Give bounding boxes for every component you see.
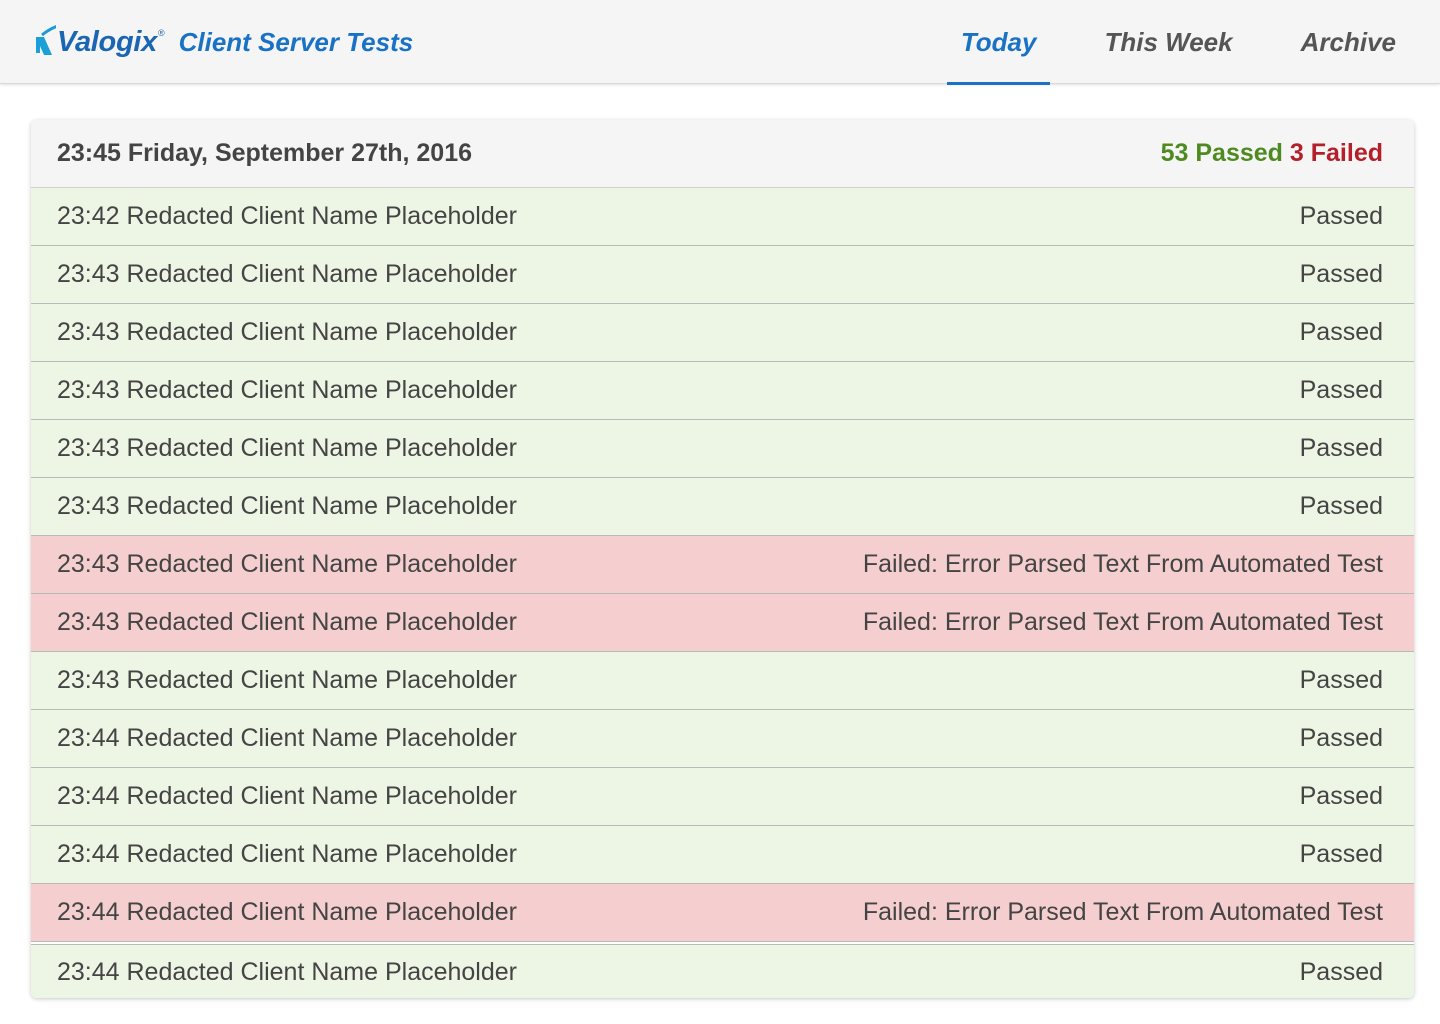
test-result-status: Passed: [1299, 957, 1383, 986]
test-run-card: 23:45 Friday, September 27th, 2016 53 Pa…: [31, 120, 1414, 998]
test-result-row[interactable]: 23:44 Redacted Client Name Placeholder Pa…: [31, 826, 1414, 884]
test-result-status: Passed: [1299, 434, 1383, 462]
tab-archive[interactable]: Archive: [1287, 0, 1410, 84]
test-result-label: 23:43 Redacted Client Name Placeholder: [57, 376, 517, 404]
test-result-status: Failed: Error Parsed Text From Automated…: [862, 898, 1383, 926]
test-result-label: 23:42 Redacted Client Name Placeholder: [57, 202, 517, 230]
test-result-row[interactable]: 23:43 Redacted Client Name Placeholder Pa…: [31, 652, 1414, 710]
test-result-label: 23:43 Redacted Client Name Placeholder: [57, 434, 517, 462]
test-result-row[interactable]: 23:42 Redacted Client Name Placeholder Pa…: [31, 188, 1414, 246]
test-result-label: 23:43 Redacted Client Name Placeholder: [57, 260, 517, 288]
test-result-row[interactable]: 23:44 Redacted Client Name Placeholder Pa…: [31, 710, 1414, 768]
test-result-label: 23:44 Redacted Client Name Placeholder: [57, 840, 517, 868]
logo-registered-mark: ®: [157, 28, 165, 38]
top-navbar: Valogix ® Client Server Tests Today This…: [0, 0, 1440, 85]
test-result-status: Passed: [1299, 260, 1383, 288]
test-result-row[interactable]: 23:43 Redacted Client Name Placeholder Pa…: [31, 478, 1414, 536]
valogix-logo[interactable]: Valogix ®: [34, 14, 165, 66]
test-result-row[interactable]: 23:43 Redacted Client Name Placeholder Pa…: [31, 362, 1414, 420]
test-result-label: 23:44 Redacted Client Name Placeholder: [57, 957, 517, 986]
run-summary: 53 Passed 3 Failed: [1161, 139, 1383, 168]
test-result-label: 23:43 Redacted Client Name Placeholder: [57, 318, 517, 346]
test-result-label: 23:44 Redacted Client Name Placeholder: [57, 898, 517, 926]
brand[interactable]: Valogix ® Client Server Tests: [34, 14, 413, 66]
test-result-status: Passed: [1299, 724, 1383, 752]
test-result-status: Passed: [1299, 202, 1383, 230]
test-result-row[interactable]: 23:44 Redacted Client Name Placeholder Fa…: [31, 884, 1414, 942]
test-result-row[interactable]: 23:43 Redacted Client Name Placeholder Pa…: [31, 420, 1414, 478]
test-result-label: 23:43 Redacted Client Name Placeholder: [57, 666, 517, 694]
test-result-label: 23:44 Redacted Client Name Placeholder: [57, 724, 517, 752]
test-result-status: Passed: [1299, 782, 1383, 810]
test-result-label: 23:43 Redacted Client Name Placeholder: [57, 608, 517, 636]
test-run-header: 23:45 Friday, September 27th, 2016 53 Pa…: [31, 120, 1414, 188]
app-title[interactable]: Client Server Tests: [179, 27, 414, 58]
test-result-status: Passed: [1299, 492, 1383, 520]
test-result-row[interactable]: 23:43 Redacted Client Name Placeholder Pa…: [31, 304, 1414, 362]
test-result-label: 23:43 Redacted Client Name Placeholder: [57, 550, 517, 578]
logo-wordmark: Valogix: [57, 25, 157, 58]
test-result-label: 23:44 Redacted Client Name Placeholder: [57, 782, 517, 810]
test-result-row[interactable]: 23:44 Redacted Client Name Placeholder Pa…: [31, 768, 1414, 826]
tab-this-week[interactable]: This Week: [1090, 0, 1246, 84]
test-result-status: Passed: [1299, 666, 1383, 694]
logo-swoosh-icon: [36, 25, 56, 55]
test-result-status: Failed: Error Parsed Text From Automated…: [862, 608, 1383, 636]
test-result-status: Failed: Error Parsed Text From Automated…: [862, 550, 1383, 578]
test-result-status: Passed: [1299, 840, 1383, 868]
test-result-status: Passed: [1299, 318, 1383, 346]
test-result-row[interactable]: 23:43 Redacted Client Name Placeholder Fa…: [31, 536, 1414, 594]
test-result-row[interactable]: 23:43 Redacted Client Name Placeholder Fa…: [31, 594, 1414, 652]
test-result-row[interactable]: 23:43 Redacted Client Name Placeholder Pa…: [31, 246, 1414, 304]
test-result-status: Passed: [1299, 376, 1383, 404]
passed-count: 53 Passed: [1160, 139, 1283, 167]
test-results-list: 23:42 Redacted Client Name Placeholder Pa…: [31, 188, 1414, 998]
tab-today[interactable]: Today: [946, 0, 1051, 85]
test-result-label: 23:43 Redacted Client Name Placeholder: [57, 492, 517, 520]
nav-tabs: Today This Week Archive: [907, 0, 1410, 85]
test-result-row[interactable]: 23:44 Redacted Client Name Placeholder Pa…: [31, 944, 1414, 998]
run-timestamp: 23:45 Friday, September 27th, 2016: [57, 139, 473, 167]
failed-count: 3 Failed: [1289, 139, 1383, 167]
